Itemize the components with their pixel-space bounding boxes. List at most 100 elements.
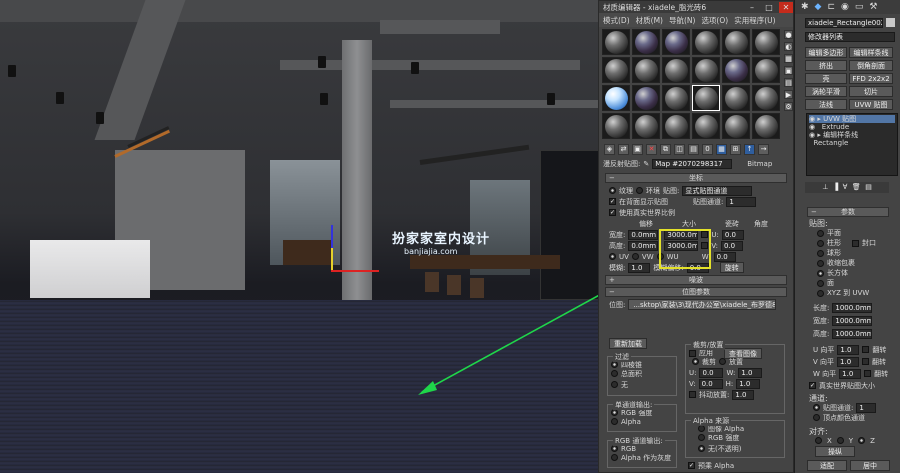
- stack-item[interactable]: ◉ Extrude: [809, 123, 895, 131]
- channel-map-field[interactable]: 1: [856, 402, 877, 413]
- create-tab-icon[interactable]: ✱: [801, 2, 809, 12]
- alpha-radio[interactable]: [698, 434, 705, 441]
- maximize-icon[interactable]: □: [762, 2, 776, 13]
- mono-option[interactable]: Alpha: [608, 416, 676, 427]
- offset-u-field[interactable]: 0.0mm: [628, 229, 659, 240]
- material-id-icon[interactable]: 0: [702, 143, 713, 155]
- copy-material-icon[interactable]: ⧉: [660, 143, 671, 155]
- material-slot[interactable]: [662, 29, 690, 55]
- operate-button[interactable]: 操纵: [815, 446, 855, 457]
- premult-checkbox[interactable]: [688, 462, 695, 469]
- environ-radio[interactable]: [636, 187, 643, 194]
- stack-item[interactable]: ◉ ▸ UVW 贴图: [809, 115, 895, 123]
- coordinates-rollout-header[interactable]: − 坐标: [605, 173, 787, 183]
- hierarchy-tab-icon[interactable]: ⊏: [827, 2, 835, 12]
- material-slot[interactable]: [722, 29, 750, 55]
- map-channel-field[interactable]: 1: [726, 196, 757, 207]
- close-icon[interactable]: ✕: [779, 1, 793, 13]
- filter-radio[interactable]: [611, 361, 618, 368]
- offset-v-field[interactable]: 0.0mm: [628, 240, 659, 251]
- material-slot[interactable]: [752, 85, 780, 111]
- params-rollout-header[interactable]: − 参数: [807, 207, 889, 217]
- use-realworld-checkbox[interactable]: [609, 209, 616, 216]
- go-parent-icon[interactable]: ↑: [744, 143, 755, 155]
- angle-w-field[interactable]: 0.0: [713, 251, 736, 262]
- noise-rollout-header[interactable]: + 噪波: [605, 275, 787, 285]
- material-slot[interactable]: [752, 29, 780, 55]
- rgb-option[interactable]: Alpha 作为灰度: [608, 452, 676, 463]
- modifier-button[interactable]: 编辑样条线: [849, 47, 893, 58]
- stack-item[interactable]: Rectangle: [809, 139, 895, 147]
- material-slot[interactable]: [662, 113, 690, 139]
- menu-material[interactable]: 材质(M): [636, 15, 663, 26]
- uv-radio[interactable]: [609, 253, 616, 260]
- angle-v-field[interactable]: 0.0: [720, 240, 743, 251]
- mapping-radio[interactable]: [817, 279, 824, 287]
- material-slot[interactable]: [752, 57, 780, 83]
- 3d-viewport[interactable]: 扮家家室内设计 banjiajia.com: [0, 0, 600, 473]
- mapping-option[interactable]: 长方体: [817, 268, 897, 278]
- material-slot[interactable]: [602, 29, 630, 55]
- material-slot[interactable]: [602, 85, 630, 111]
- assign-material-icon[interactable]: ▣: [632, 143, 643, 155]
- material-slot[interactable]: [602, 57, 630, 83]
- material-slot[interactable]: [632, 85, 660, 111]
- put-library-icon[interactable]: ▤: [688, 143, 699, 155]
- uv-tiling-icon[interactable]: ▣: [784, 66, 793, 75]
- material-slot[interactable]: [602, 113, 630, 139]
- modifier-button[interactable]: 切片: [849, 86, 893, 97]
- minimize-icon[interactable]: –: [745, 2, 759, 13]
- mapping-radio[interactable]: [817, 249, 824, 257]
- modifier-button[interactable]: UVW 贴图: [849, 99, 893, 110]
- bitmap-path-button[interactable]: ...sktop\家装\3\现代办公室\xiadele_布罗德8-1.jpg: [628, 299, 777, 310]
- background-icon[interactable]: ▦: [784, 54, 793, 63]
- material-slot[interactable]: [632, 29, 660, 55]
- map-type-button[interactable]: Bitmap: [747, 160, 772, 168]
- map-name-field[interactable]: Map #2070298317: [652, 159, 733, 169]
- modifier-button[interactable]: 涡轮平滑: [805, 86, 847, 97]
- cap-checkbox[interactable]: [852, 239, 859, 247]
- modify-tab-icon[interactable]: ◆: [815, 2, 822, 12]
- modifier-stack[interactable]: ◉ ▸ UVW 贴图 ◉ Extrude ◉ ▸ 编辑样条线 Rectangle: [806, 113, 898, 176]
- utilities-tab-icon[interactable]: ⚒: [869, 2, 877, 12]
- rotate-button[interactable]: 旋转: [719, 262, 744, 273]
- alpha-option[interactable]: 无(不透明): [686, 443, 784, 454]
- material-slot[interactable]: [692, 29, 720, 55]
- show-end-result-icon[interactable]: ⊞: [730, 143, 741, 155]
- material-slot[interactable]: [722, 85, 750, 111]
- material-slot[interactable]: [662, 57, 690, 83]
- material-slot[interactable]: [722, 113, 750, 139]
- vertex-color-radio[interactable]: [813, 414, 820, 421]
- material-slot[interactable]: [692, 113, 720, 139]
- modifier-button[interactable]: 挤出: [805, 60, 847, 71]
- crop-w-field[interactable]: 1.0: [738, 367, 763, 378]
- mapping-option[interactable]: 平面: [817, 228, 897, 238]
- object-name-field[interactable]: xiadele_Rectangle002: [805, 18, 883, 28]
- align-y-radio[interactable]: [836, 437, 844, 444]
- modifier-list-dropdown[interactable]: 修改器列表: [805, 32, 895, 42]
- v-tile-field[interactable]: 1.0: [837, 356, 860, 367]
- material-slot[interactable]: [752, 113, 780, 139]
- modifier-button[interactable]: FFD 2x2x2: [849, 73, 893, 84]
- mapping-option[interactable]: XYZ 到 UVW: [817, 288, 897, 298]
- bitmap-params-rollout-header[interactable]: − 位图参数: [605, 287, 787, 297]
- length-field[interactable]: 1000.0mm: [832, 302, 873, 313]
- material-slot[interactable]: [662, 85, 690, 111]
- rgb-radio[interactable]: [611, 445, 618, 452]
- show-map-icon[interactable]: ▦: [716, 143, 727, 155]
- height-field[interactable]: 1000.0mm: [832, 328, 873, 339]
- crop-radio[interactable]: [692, 358, 699, 365]
- show-end-result-icon[interactable]: ▐: [833, 183, 838, 191]
- fit-button[interactable]: 适配: [807, 460, 847, 471]
- make-preview-icon[interactable]: ▶: [784, 90, 793, 99]
- mapping-dropdown[interactable]: 显式贴图通道: [682, 185, 753, 196]
- mono-radio[interactable]: [611, 418, 618, 425]
- filter-radio[interactable]: [611, 370, 618, 377]
- align-z-radio[interactable]: [858, 437, 866, 444]
- mono-radio[interactable]: [611, 409, 618, 416]
- get-material-icon[interactable]: ◈: [604, 143, 615, 155]
- filter-radio[interactable]: [611, 381, 618, 388]
- sample-type-icon[interactable]: ●: [784, 30, 793, 39]
- mapping-option[interactable]: 面: [817, 278, 897, 288]
- alpha-radio[interactable]: [698, 445, 705, 452]
